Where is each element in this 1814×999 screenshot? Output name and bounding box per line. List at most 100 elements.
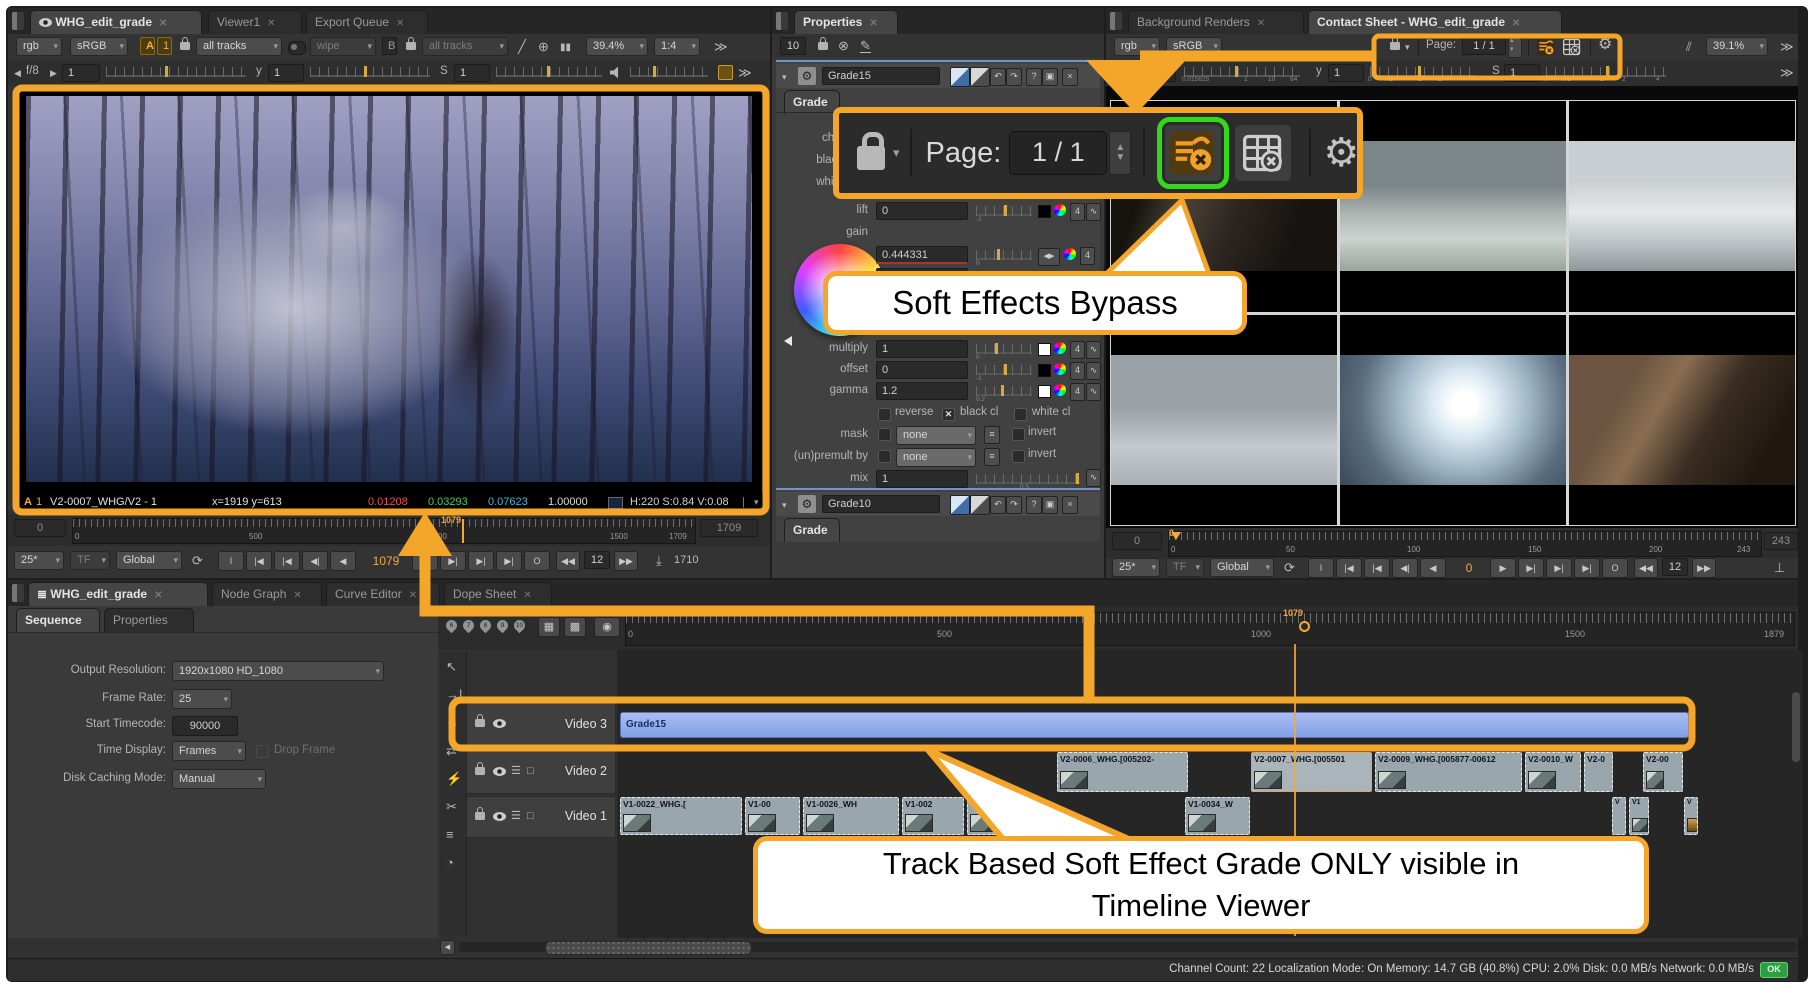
node-name-field[interactable]: Grade15 (822, 67, 940, 85)
caret-down-icon[interactable]: ▾ (754, 492, 759, 512)
track-header-video1[interactable]: ☰ □ Video 1 (466, 796, 616, 838)
vscrollbar[interactable] (1792, 652, 1800, 936)
rewind-button[interactable]: ◀◀ (1634, 558, 1658, 578)
saturation-field[interactable]: 1 (454, 64, 490, 82)
pause-icon[interactable]: ▮▮ (560, 41, 571, 54)
tab-dope-sheet[interactable]: Dope Sheet✕ (444, 582, 552, 606)
cache-icon[interactable]: ⤓ (656, 554, 662, 567)
close-icon[interactable]: ✕ (159, 18, 167, 29)
timecode-format-select[interactable]: TF (1166, 558, 1204, 577)
lock-icon[interactable] (475, 767, 485, 775)
view-options-button[interactable]: ◉ (594, 617, 620, 637)
multi-value-button[interactable]: 4 (1080, 247, 1095, 265)
range-select[interactable]: Global (116, 551, 182, 570)
close-icon[interactable]: ✕ (1257, 18, 1265, 29)
timeline-clip[interactable]: V2-0 (1584, 752, 1613, 792)
disk-caching-select[interactable]: Manual (172, 769, 266, 789)
timeline-clip[interactable]: V1-0034_W (1185, 797, 1250, 835)
current-frame[interactable]: 0 (1454, 561, 1484, 575)
mark-in-button[interactable]: I (218, 551, 244, 571)
timeline-clip-selected[interactable]: V2-0007_WHG.[005501 (1251, 752, 1372, 792)
saturation-field[interactable]: 1 (1504, 64, 1540, 82)
saturation-slider[interactable] (496, 67, 602, 77)
eye-icon[interactable] (493, 812, 506, 821)
out-frame-box[interactable]: 1709 (700, 519, 758, 537)
contact-sheet-icon[interactable] (1562, 37, 1582, 57)
collapse-icon[interactable]: ▾ (782, 71, 787, 84)
next-edit-button[interactable]: ▶| (1546, 558, 1572, 578)
subtab-sequence[interactable]: Sequence (16, 608, 100, 632)
color-swatch-white[interactable] (1038, 385, 1051, 398)
volume-icon[interactable] (610, 66, 623, 79)
ffwd-button[interactable]: ▶▶ (1692, 558, 1716, 578)
zoom-select[interactable]: 39.1% (1706, 37, 1768, 56)
skip-amount[interactable]: 12 (584, 551, 610, 569)
tag-pin[interactable]: 9 (495, 618, 511, 634)
tab-contact-sheet[interactable]: Contact Sheet - WHG_edit_grade✕ (1308, 10, 1562, 34)
track-header-video3[interactable]: Video 3 (466, 702, 616, 748)
multi-value-button[interactable]: 4 (1070, 341, 1085, 359)
step-back-button[interactable]: ◀| (302, 551, 328, 571)
gamma-field[interactable]: 1 (1328, 64, 1364, 82)
stop-button[interactable]: O (1602, 558, 1628, 578)
lock-icon[interactable] (475, 812, 485, 820)
curve-button[interactable]: ∿ (1086, 469, 1101, 487)
fstop-down-icon[interactable]: ◀ (1112, 67, 1119, 80)
proxy-select[interactable]: 1:4 (654, 37, 700, 56)
ffwd-button[interactable]: ▶▶ (614, 551, 638, 571)
close-icon[interactable]: ✕ (154, 590, 162, 601)
next-edit-button[interactable]: ▶| (468, 551, 494, 571)
collapse-icon[interactable]: ▾ (782, 499, 787, 512)
tab-grade[interactable]: Grade (784, 90, 840, 114)
mask-checkbox[interactable] (878, 428, 891, 441)
play-back-button[interactable]: ◀ (1420, 558, 1446, 578)
skip-end-button[interactable]: ▶| (496, 551, 522, 571)
tab-grade[interactable]: Grade (784, 518, 840, 542)
black-clamp-checkbox[interactable]: ✕ (942, 408, 955, 421)
lock-icon[interactable] (1390, 42, 1400, 50)
tab-whg-edit-grade-timeline[interactable]: ≣ WHG_edit_grade✕ (28, 582, 208, 606)
timeline-clip[interactable]: V1-00 (745, 797, 800, 835)
colorspace-select[interactable]: sRGB (1166, 37, 1222, 56)
mark-in-button[interactable]: I (1308, 558, 1334, 578)
close-icon[interactable]: ✕ (396, 18, 404, 29)
channel-select[interactable]: rgb (1114, 37, 1160, 56)
tab-background-renders[interactable]: Background Renders✕ (1128, 10, 1304, 34)
premult-channel-button[interactable]: ≡ (984, 448, 1000, 466)
gain-r-field[interactable]: 0.444331 (876, 246, 968, 264)
tag-pin[interactable]: 6 (444, 618, 460, 634)
play-button[interactable]: ▶ (412, 551, 438, 571)
clear-panels-icon[interactable]: ⊗ (838, 39, 849, 52)
tool-sync-icon[interactable]: ◔ (446, 856, 454, 869)
layers-icon[interactable]: ☰ (511, 765, 521, 778)
premult-invert-checkbox[interactable] (1012, 450, 1025, 463)
lift-field[interactable]: 0 (876, 202, 968, 220)
multiply-slider[interactable] (976, 344, 1032, 354)
tab-whg-edit-grade-viewer[interactable]: WHG_edit_grade✕ (30, 10, 202, 34)
node-name-field[interactable]: Grade10 (822, 495, 940, 513)
multi-value-button[interactable]: 4 (1070, 383, 1085, 401)
timeline-ruler[interactable]: 0 500 1000 1500 1879 1079 (625, 612, 1795, 646)
wipe-diagonal-icon[interactable]: ⫽ (1686, 40, 1692, 53)
contact-sheet-cell[interactable] (1569, 101, 1795, 312)
lock-icon[interactable] (406, 42, 416, 50)
premult-select[interactable]: none (896, 448, 976, 467)
panel-grip-icon[interactable] (12, 584, 24, 602)
input-b-badge[interactable]: B (382, 37, 397, 55)
close-icon[interactable]: ✕ (523, 590, 531, 601)
chevrons-icon[interactable]: ≫ (1780, 66, 1794, 79)
in-frame-box[interactable]: 0 (14, 519, 66, 537)
subtab-properties[interactable]: Properties (104, 608, 194, 632)
close-icon[interactable]: ✕ (409, 590, 417, 601)
undo-button[interactable]: ↶ (990, 496, 1006, 514)
hscrollbar[interactable] (458, 942, 1798, 952)
tool-trim-icon[interactable]: →| (446, 688, 462, 701)
wipe-mode-select[interactable]: wipe (310, 37, 376, 56)
tracks-a-select[interactable]: all tracks (196, 37, 282, 56)
color-swatch-white[interactable] (1038, 343, 1051, 356)
curve-button[interactable]: ∿ (1086, 341, 1101, 359)
contact-sheet-cell[interactable] (1340, 101, 1566, 312)
frame-ruler[interactable]: 0 500 1000 1500 1709 1079 (72, 518, 696, 544)
frame-ruler[interactable]: 0 0 50 100 150 200 243 (1168, 531, 1762, 557)
curve-button[interactable]: ∿ (1086, 362, 1101, 380)
